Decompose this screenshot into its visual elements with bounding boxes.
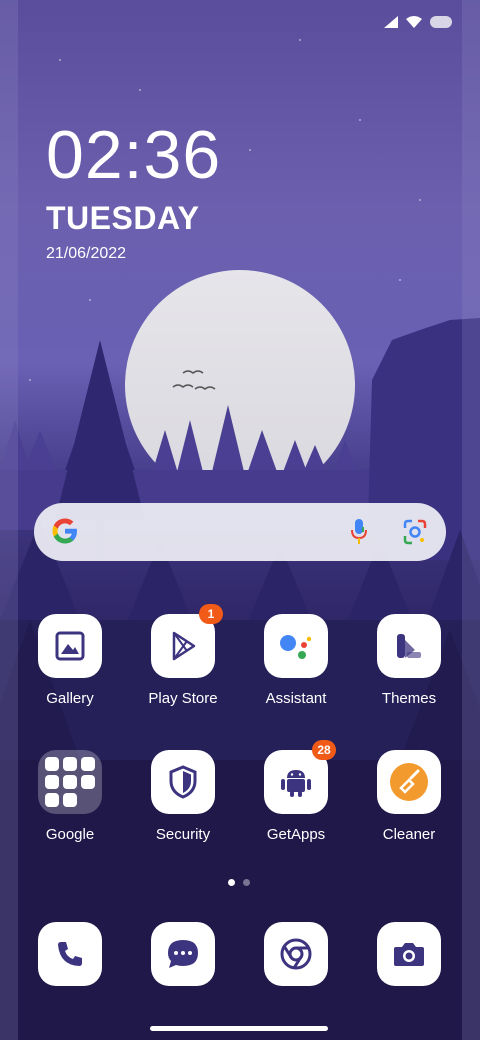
themes-icon xyxy=(377,614,441,678)
clock-date: 21/06/2022 xyxy=(46,245,127,262)
files-mini-icon xyxy=(63,775,77,789)
dock-chrome[interactable] xyxy=(246,922,346,986)
home-indicator[interactable] xyxy=(150,1026,328,1031)
microphone-icon[interactable] xyxy=(350,518,368,546)
folder-google[interactable]: Google xyxy=(20,750,120,843)
camera-icon xyxy=(377,922,441,986)
app-gallery[interactable]: Gallery xyxy=(20,614,120,707)
app-cleaner[interactable]: Cleaner xyxy=(359,750,459,843)
app-assistant[interactable]: Assistant xyxy=(246,614,346,707)
phone-icon xyxy=(38,922,102,986)
messages-icon xyxy=(151,922,215,986)
meet-mini-icon xyxy=(45,793,59,807)
folder-icon xyxy=(38,750,102,814)
app-label: Security xyxy=(155,826,211,843)
dock-messages[interactable] xyxy=(133,922,233,986)
app-label: GetApps xyxy=(266,826,326,843)
gmail-mini-icon xyxy=(63,757,77,771)
gallery-icon xyxy=(38,614,102,678)
app-getapps[interactable]: 28 GetApps xyxy=(246,740,346,843)
wifi-icon xyxy=(406,16,422,28)
page-dot xyxy=(243,879,250,886)
page-dot-active xyxy=(228,879,235,886)
app-play-store[interactable]: 1 Play Store xyxy=(133,604,233,707)
app-label: Play Store xyxy=(148,690,218,707)
app-label: Cleaner xyxy=(382,826,436,843)
lens-icon[interactable] xyxy=(402,518,428,546)
dock-phone[interactable] xyxy=(20,922,120,986)
photos-mini-icon xyxy=(63,793,77,807)
app-label: Gallery xyxy=(46,690,94,707)
broom-icon xyxy=(377,750,441,814)
page-indicator xyxy=(228,879,250,886)
google-mini-icon xyxy=(45,757,59,771)
youtube-mini-icon xyxy=(45,775,59,789)
app-security[interactable]: Security xyxy=(133,750,233,843)
app-label: Themes xyxy=(381,690,437,707)
app-label: Google xyxy=(45,826,95,843)
clock-day: TUESDAY xyxy=(46,200,200,236)
google-search-bar[interactable] xyxy=(34,503,446,561)
google-logo-icon xyxy=(52,518,77,544)
battery-icon xyxy=(430,16,452,28)
android-icon: 28 xyxy=(264,740,336,814)
play-store-icon: 1 xyxy=(151,604,223,678)
duo-mini-icon xyxy=(81,775,95,789)
maps-mini-icon xyxy=(81,757,95,771)
clock-widget[interactable]: 02:36 TUESDAY 21/06/2022 xyxy=(46,120,221,263)
signal-icon xyxy=(384,16,398,28)
status-bar xyxy=(384,16,452,28)
app-themes[interactable]: Themes xyxy=(359,614,459,707)
app-label: Assistant xyxy=(265,690,327,707)
dock-camera[interactable] xyxy=(359,922,459,986)
clock-time: 02:36 xyxy=(46,117,222,193)
chrome-icon xyxy=(264,922,328,986)
assistant-icon xyxy=(264,614,328,678)
shield-icon xyxy=(151,750,215,814)
notification-badge: 1 xyxy=(199,604,223,624)
notification-badge: 28 xyxy=(312,740,336,760)
